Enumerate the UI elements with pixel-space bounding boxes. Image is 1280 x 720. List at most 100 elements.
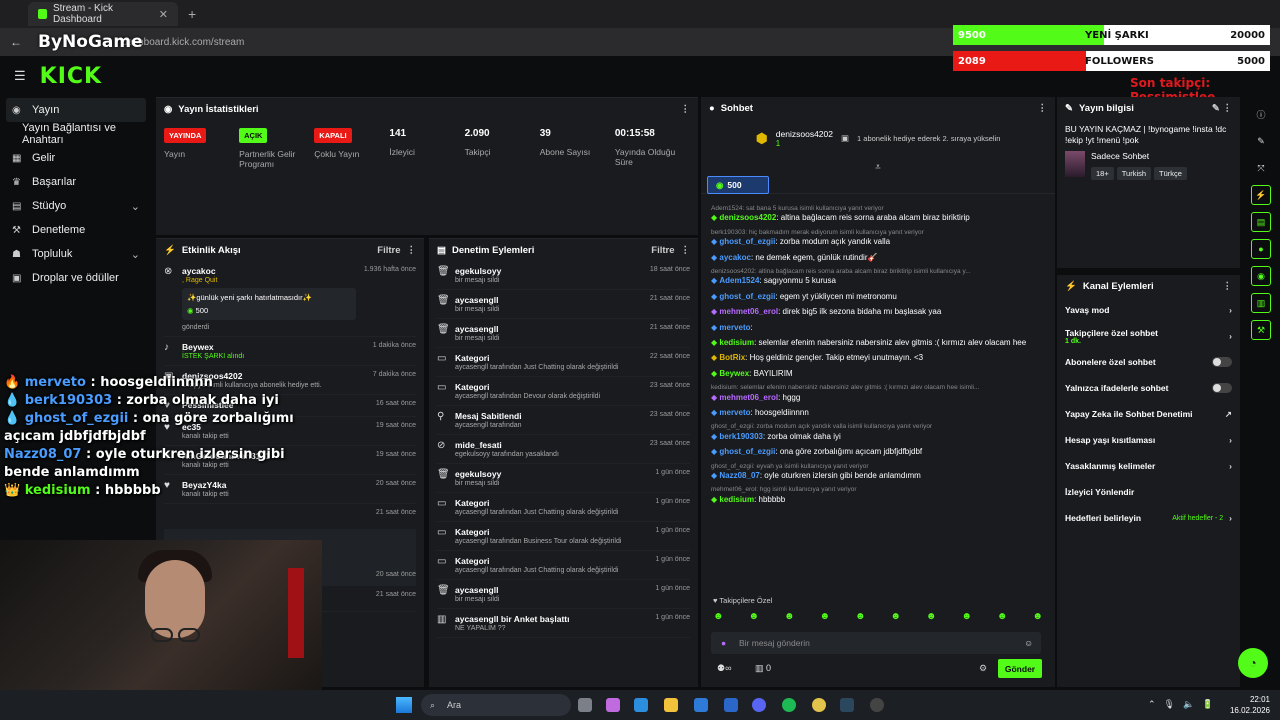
more-icon[interactable]: ⋮ xyxy=(681,104,691,115)
channel-action[interactable]: Hedefleri belirleyin Aktif hedefler - 2 › xyxy=(1057,505,1240,531)
chat-username[interactable]: mehmet06_erol xyxy=(719,393,778,402)
chat-message[interactable]: ◆ kedisium: selemlar efenim nabersiniz n… xyxy=(711,338,1051,348)
chat-message[interactable]: ◆ BotRix: Hoş geldiniz gençler. Takip et… xyxy=(711,353,1051,363)
chat-username[interactable]: Adem1524 xyxy=(719,276,759,285)
emote-icon[interactable]: ☻ xyxy=(784,611,795,622)
menu-icon[interactable]: ☰ xyxy=(14,68,26,84)
moderation-row[interactable]: ▭ Kategori aycasengll tarafından Business … xyxy=(437,522,690,551)
expand-icon[interactable]: ⤧ xyxy=(1251,158,1271,178)
pencil-icon[interactable]: ✎ xyxy=(1251,131,1271,151)
sidebar-item-stream-key[interactable]: Yayın Bağlantısı ve Anahtarı xyxy=(0,122,152,146)
channel-action[interactable]: Yasaklanmış kelimeler › xyxy=(1057,453,1240,479)
chrome-icon[interactable] xyxy=(812,698,826,712)
chat-username[interactable]: berk190303 xyxy=(719,432,763,441)
channel-action[interactable]: Yavaş mod › xyxy=(1057,297,1240,323)
channel-action[interactable]: Takipçilere özel sohbet 1 dk. › xyxy=(1057,323,1240,349)
settings-icon[interactable]: ⚙ xyxy=(979,663,987,674)
filter-button[interactable]: Filtre xyxy=(377,245,400,256)
moderation-row[interactable]: ▥ aycasengll bir Anket başlattı NE YAPALIM… xyxy=(437,609,690,638)
moderation-row[interactable]: ▭ Kategori aycasengll tarafından Just Chat… xyxy=(437,551,690,580)
spotify-icon[interactable] xyxy=(782,698,796,712)
close-icon[interactable]: ✕ xyxy=(159,8,168,21)
emote-icon[interactable]: ☻ xyxy=(961,611,972,622)
mail-icon[interactable] xyxy=(724,698,738,712)
steam-icon[interactable] xyxy=(840,698,854,712)
chat-username[interactable]: BotRix xyxy=(719,353,745,362)
chat-username[interactable]: mehmet06_erol xyxy=(719,307,778,316)
help-button[interactable]: ◔ xyxy=(1238,648,1268,678)
emote-icon[interactable]: ☻ xyxy=(890,611,901,622)
moderation-row[interactable]: ▭ Kategori aycasengll tarafından Devour ol… xyxy=(437,377,690,406)
moderation-row[interactable]: ▭ Kategori aycasengll tarafından Just Chat… xyxy=(437,493,690,522)
chat-message[interactable]: ◆ mehmet06_erol: hggg xyxy=(711,393,1051,403)
notes-icon[interactable]: ▤ xyxy=(1251,212,1271,232)
sidebar-item-stream[interactable]: ◉ Yayın xyxy=(6,98,146,122)
activity-row[interactable]: ⊗ aycakoc , Rage Quit ✨günlük yeni şarkı… xyxy=(164,261,416,337)
category-name[interactable]: Sadece Sohbet xyxy=(1091,151,1190,161)
taskbar-clock[interactable]: 22:01 16.02.2026 xyxy=(1224,695,1270,717)
channel-action[interactable]: Yapay Zeka ile Sohbet Denetimi ↗ xyxy=(1057,401,1240,427)
moderation-row[interactable]: 🗑 aycasengll bir mesajı sildi 21 saat önce xyxy=(437,319,690,348)
toggle-switch[interactable] xyxy=(1212,383,1232,393)
chat-username[interactable]: denizsoos4202 xyxy=(719,213,776,222)
sidebar-item-studio[interactable]: ▤ Stüdyo ⌄ xyxy=(0,194,152,218)
activity-row[interactable]: ♪ Beywex İSTEK ŞARKI alındı 1 dakika önce xyxy=(164,337,416,366)
moderation-row[interactable]: ▭ Kategori aycasengll tarafından Just Chat… xyxy=(437,348,690,377)
send-button[interactable]: Gönder xyxy=(998,659,1042,678)
emote-icon[interactable]: ☻ xyxy=(713,611,724,622)
chat-message[interactable]: ◆ Nazz08_07: oyle oturkren izlersin gibi… xyxy=(711,471,1051,481)
sidebar-item-community[interactable]: ☗ Topluluk ⌄ xyxy=(0,242,152,266)
obs-icon[interactable] xyxy=(870,698,884,712)
channel-action[interactable]: Yalnızca ifadelerle sohbet xyxy=(1057,375,1240,401)
back-icon[interactable]: ← xyxy=(10,35,22,49)
chat-message[interactable]: ◆ merveto: hoosgeldiinnnn xyxy=(711,408,1051,418)
sidebar-item-moderation[interactable]: ⚒ Denetleme xyxy=(0,218,152,242)
edge-icon[interactable] xyxy=(634,698,648,712)
moderation-row[interactable]: 🗑 aycasengll bir mesajı sildi 21 saat önce xyxy=(437,290,690,319)
chat-message[interactable]: ◆ merveto: xyxy=(711,323,1051,333)
broadcast-icon[interactable]: ◉ xyxy=(1251,266,1271,286)
chat-message[interactable]: ◆ ghost_of_ezgii: zorba modum açık yandı… xyxy=(711,237,1051,247)
emote-icon[interactable]: ☻ xyxy=(997,611,1008,622)
explorer-icon[interactable] xyxy=(664,698,678,712)
new-tab-icon[interactable]: + xyxy=(188,6,196,22)
expand-icon[interactable]: ⩡ xyxy=(701,162,1055,173)
moderation-row[interactable]: 🗑 egekulsoyy bir mesajı sildi 18 saat önce xyxy=(437,261,690,290)
wrench-icon[interactable]: ⚒ xyxy=(1251,320,1271,340)
chat-message[interactable]: ◆ ghost_of_ezgii: egem yt yükliycen mi m… xyxy=(711,292,1051,302)
more-icon[interactable]: ⋮ xyxy=(681,245,691,256)
emoji-icon[interactable]: ☺ xyxy=(1024,638,1033,648)
sidebar-item-revenue[interactable]: ▦ Gelir xyxy=(0,146,152,170)
chat-username[interactable]: merveto xyxy=(719,323,750,332)
chat-message[interactable]: ◆ aycakoc: ne demek egem, günlük rutindi… xyxy=(711,253,1051,263)
chat-message[interactable]: ◆ ghost_of_ezgii: ona göre zorbalığımı a… xyxy=(711,447,1051,457)
chat-username[interactable]: Beywex xyxy=(719,369,749,378)
chat-message[interactable]: ◆ denizsoos4202: altina bağlacam reis so… xyxy=(711,213,1051,223)
chat-username[interactable]: ghost_of_ezgii xyxy=(719,447,775,456)
more-icon[interactable]: ⋮ xyxy=(1223,281,1233,292)
moderation-row[interactable]: 🗑 aycasengll bir mesajı sildi 1 gün önce xyxy=(437,580,690,609)
bolt-icon[interactable]: ⚡ xyxy=(1251,185,1271,205)
browser-tab[interactable]: Stream - Kick Dashboard ✕ xyxy=(28,2,178,26)
toggle-switch[interactable] xyxy=(1212,357,1232,367)
chat-username[interactable]: ghost_of_ezgii xyxy=(719,292,775,301)
channel-action[interactable]: Abonelere özel sohbet xyxy=(1057,349,1240,375)
chat-message[interactable]: ◆ Beywex: BAYILIRIM xyxy=(711,369,1051,379)
chat-message[interactable]: ◆ Adem1524: sagıyonmu 5 kurusa xyxy=(711,276,1051,286)
users-icon[interactable]: ⚉∞ xyxy=(717,663,731,674)
moderation-icon[interactable]: ▥ xyxy=(1251,293,1271,313)
chat-icon[interactable]: ● xyxy=(1251,239,1271,259)
sidebar-item-achievements[interactable]: ♛ Başarılar xyxy=(0,170,152,194)
taskbar-search[interactable]: ⌕ Ara xyxy=(421,694,571,716)
channel-action[interactable]: İzleyici Yönlendir xyxy=(1057,479,1240,505)
moderation-row[interactable]: ⊘ mide_fesati egekulsoyy tarafından yasakl… xyxy=(437,435,690,464)
chat-username[interactable]: merveto xyxy=(719,408,750,417)
taskview-icon[interactable] xyxy=(578,698,592,712)
windows-start-icon[interactable] xyxy=(396,697,412,713)
activity-row[interactable]: 21 saat önce xyxy=(164,504,416,530)
sidebar-item-drops[interactable]: ▣ Droplar ve ödüller xyxy=(0,266,152,290)
chat-message[interactable]: ◆ berk190303: zorba olmak daha iyi xyxy=(711,432,1051,442)
moderation-row[interactable]: ⚲ Mesaj Sabitlendi aycasengll tarafından 23… xyxy=(437,406,690,435)
store-icon[interactable] xyxy=(694,698,708,712)
discord-icon[interactable] xyxy=(752,698,766,712)
